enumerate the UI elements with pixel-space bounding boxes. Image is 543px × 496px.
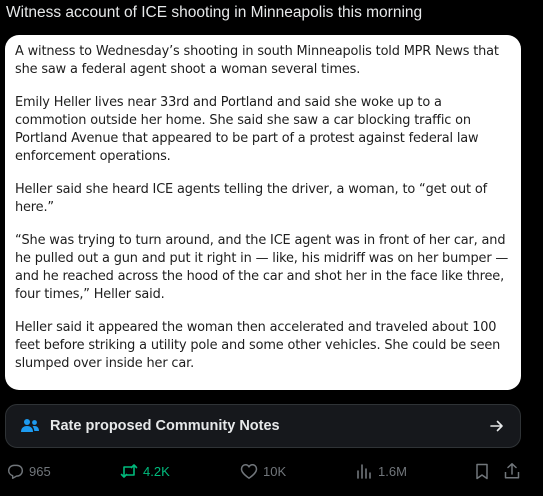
like-count: 10K bbox=[263, 463, 287, 479]
community-notes-label: Rate proposed Community Notes bbox=[50, 418, 280, 434]
heart-icon bbox=[240, 462, 258, 480]
bookmark-button[interactable] bbox=[473, 461, 491, 481]
repost-icon bbox=[120, 462, 138, 480]
article-paragraph-4: “She was trying to turn around, and the … bbox=[15, 233, 509, 302]
bookmark-icon bbox=[473, 462, 491, 480]
post-title: Witness account of ICE shooting in Minne… bbox=[6, 4, 423, 21]
article-paragraph-3: Heller said she heard ICE agents telling… bbox=[15, 182, 487, 215]
repost-button[interactable]: 4.2K bbox=[120, 461, 170, 481]
article-paragraph-5: Heller said it appeared the woman then a… bbox=[15, 320, 501, 371]
article-paragraph-1: A witness to Wednesday’s shooting in sou… bbox=[15, 44, 499, 77]
article-paragraph-2: Emily Heller lives near 33rd and Portlan… bbox=[15, 95, 479, 164]
views-button[interactable]: 1.6M bbox=[355, 461, 407, 481]
article-screenshot[interactable]: A witness to Wednesday’s shooting in sou… bbox=[5, 35, 521, 390]
reply-button[interactable]: 965 bbox=[6, 461, 51, 481]
arrow-right-icon bbox=[488, 417, 506, 435]
people-icon bbox=[20, 418, 40, 434]
views-count: 1.6M bbox=[378, 463, 407, 479]
like-button[interactable]: 10K bbox=[240, 461, 286, 481]
reply-count: 965 bbox=[29, 463, 51, 479]
views-icon bbox=[355, 462, 373, 480]
rate-community-notes-button[interactable]: Rate proposed Community Notes bbox=[5, 404, 521, 448]
reply-icon bbox=[6, 462, 24, 480]
repost-count: 4.2K bbox=[143, 463, 170, 479]
post-actions-bar: 965 4.2K 10K 1.6M bbox=[0, 458, 543, 484]
share-icon bbox=[503, 462, 521, 480]
share-button[interactable] bbox=[503, 461, 521, 481]
